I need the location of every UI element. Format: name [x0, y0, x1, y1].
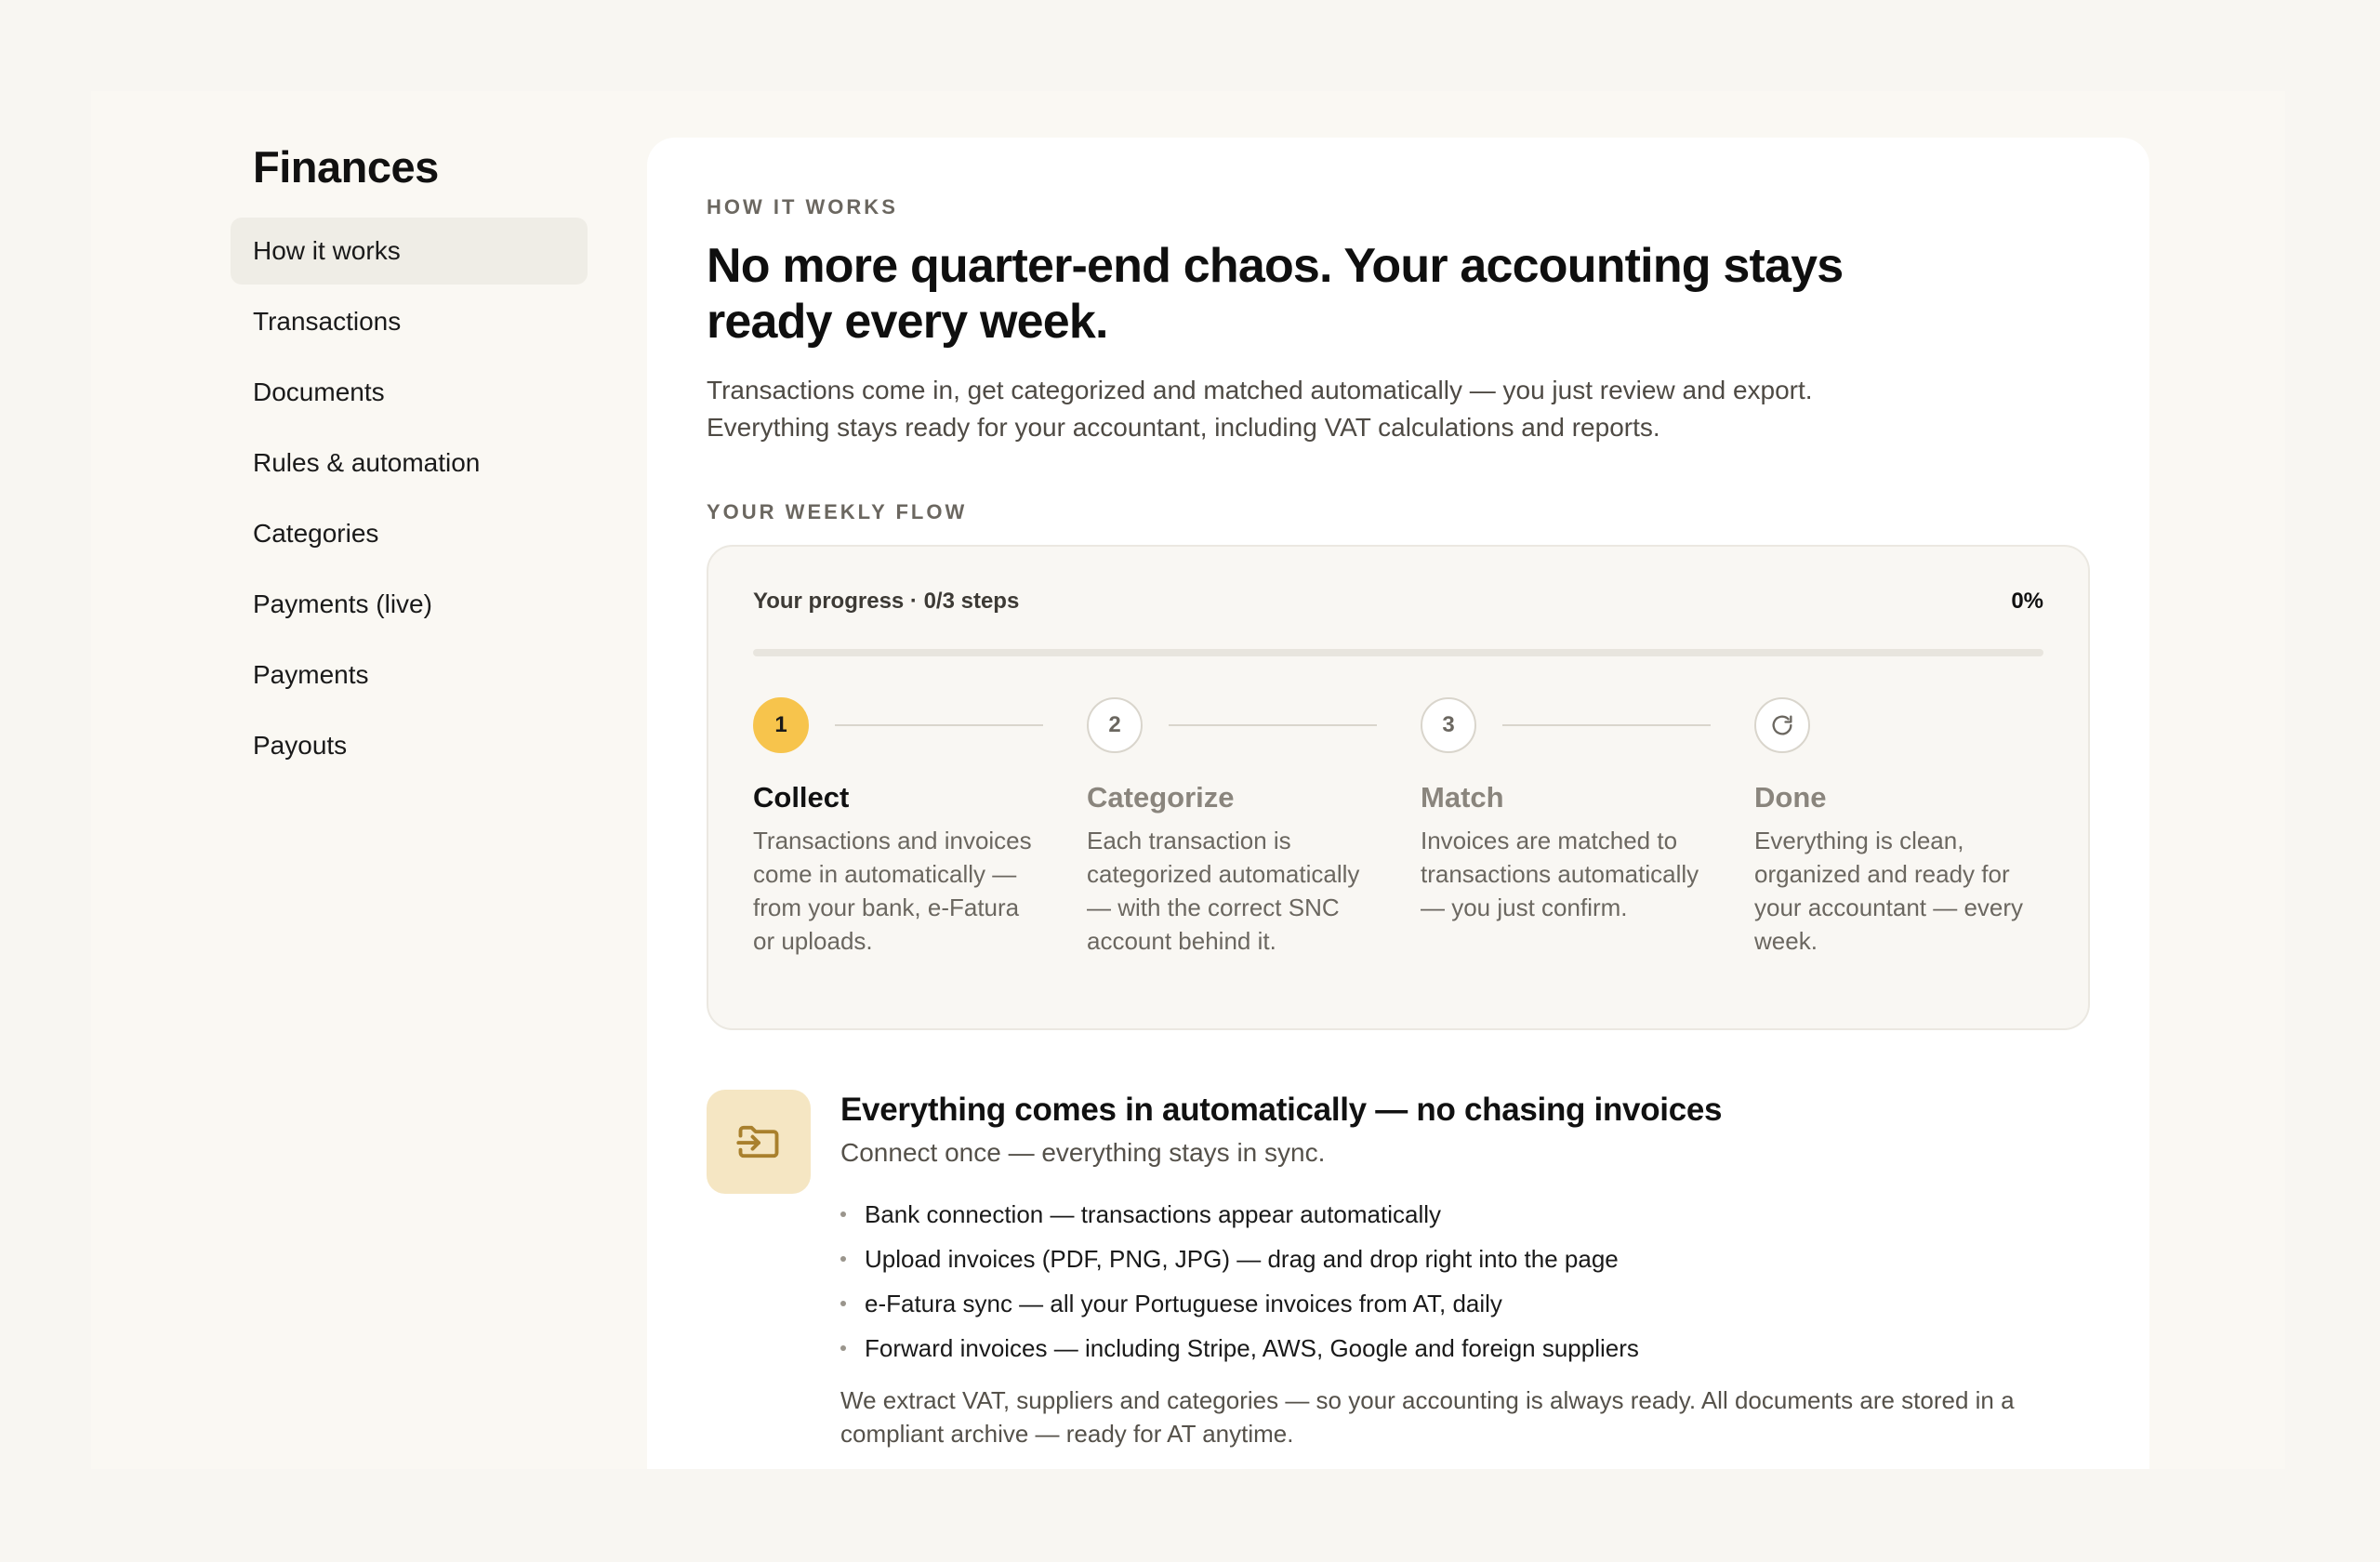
step-number-badge: 1 [753, 697, 809, 753]
step-description: Each transaction is categorized automati… [1087, 827, 1360, 955]
sidebar-item-payments-live[interactable]: Payments (live) [231, 571, 588, 638]
steps-row: 1 Collect Transactions and invoices come… [753, 695, 2047, 958]
feature-subtitle: Connect once — everything stays in sync. [840, 1138, 1326, 1167]
section-eyebrow: HOW IT WORKS [707, 195, 898, 218]
step-connector [835, 724, 1043, 726]
sidebar-title: Finances [253, 142, 439, 192]
step-connector [1169, 724, 1377, 726]
feature-title: Everything comes in automatically — no c… [840, 1092, 1723, 1128]
step-title: Match [1421, 781, 1504, 814]
page-title: No more quarter-end chaos. Your accounti… [707, 239, 1844, 349]
sidebar-item-transactions[interactable]: Transactions [231, 288, 588, 355]
progress-percent: 0% [2011, 589, 2043, 614]
folder-import-icon [707, 1090, 811, 1194]
list-item: Upload invoices (PDF, PNG, JPG) — drag a… [840, 1237, 2090, 1281]
page-lead: Transactions come in, get categorized an… [707, 376, 1813, 442]
feature-body: Everything comes in automatically — no c… [840, 1090, 2090, 1450]
sidebar-item-payouts[interactable]: Payouts [231, 712, 588, 779]
progress-header: Your progress · 0/3 steps 0% [753, 588, 2043, 616]
weekly-flow-panel: Your progress · 0/3 steps 0% 1 Collect T… [707, 545, 2090, 1030]
step-collect[interactable]: 1 Collect Transactions and invoices come… [753, 695, 1087, 958]
step-title: Collect [753, 781, 850, 814]
weekly-flow-label: YOUR WEEKLY FLOW [707, 500, 968, 523]
list-item: Forward invoices — including Stripe, AWS… [840, 1326, 2090, 1370]
feature-auto-import: Everything comes in automatically — no c… [707, 1090, 2090, 1450]
step-number-badge: 3 [1421, 697, 1476, 753]
main-content: HOW IT WORKS No more quarter-end chaos. … [707, 195, 2090, 1450]
sidebar-item-rules-automation[interactable]: Rules & automation [231, 430, 588, 496]
list-item: e-Fatura sync — all your Portuguese invo… [840, 1281, 2090, 1326]
step-description: Everything is clean, organized and ready… [1754, 827, 2024, 955]
step-title: Done [1754, 781, 1827, 814]
sidebar-item-how-it-works[interactable]: How it works [231, 218, 588, 285]
sidebar-item-documents[interactable]: Documents [231, 359, 588, 426]
feature-bullet-list: Bank connection — transactions appear au… [840, 1192, 2090, 1370]
sidebar-item-categories[interactable]: Categories [231, 500, 588, 567]
progress-bar [753, 649, 2043, 656]
step-description: Invoices are matched to transactions aut… [1421, 827, 1699, 921]
step-description: Transactions and invoices come in automa… [753, 827, 1032, 955]
sidebar-item-payments[interactable]: Payments [231, 642, 588, 708]
step-number-badge: 2 [1087, 697, 1143, 753]
refresh-icon [1754, 697, 1810, 753]
progress-label: Your progress · 0/3 steps [753, 589, 1020, 614]
step-connector [1502, 724, 1711, 726]
main-card: HOW IT WORKS No more quarter-end chaos. … [647, 138, 2149, 1469]
app-frame: Finances How it works Transactions Docum… [91, 91, 2285, 1469]
step-match[interactable]: 3 Match Invoices are matched to transact… [1421, 695, 1754, 958]
feature-note: We extract VAT, suppliers and categories… [840, 1386, 2015, 1448]
sidebar: Finances How it works Transactions Docum… [231, 138, 588, 783]
list-item: Bank connection — transactions appear au… [840, 1192, 2090, 1237]
step-categorize[interactable]: 2 Categorize Each transaction is categor… [1087, 695, 1421, 958]
step-title: Categorize [1087, 781, 1235, 814]
step-done[interactable]: Done Everything is clean, organized and … [1754, 695, 2088, 958]
